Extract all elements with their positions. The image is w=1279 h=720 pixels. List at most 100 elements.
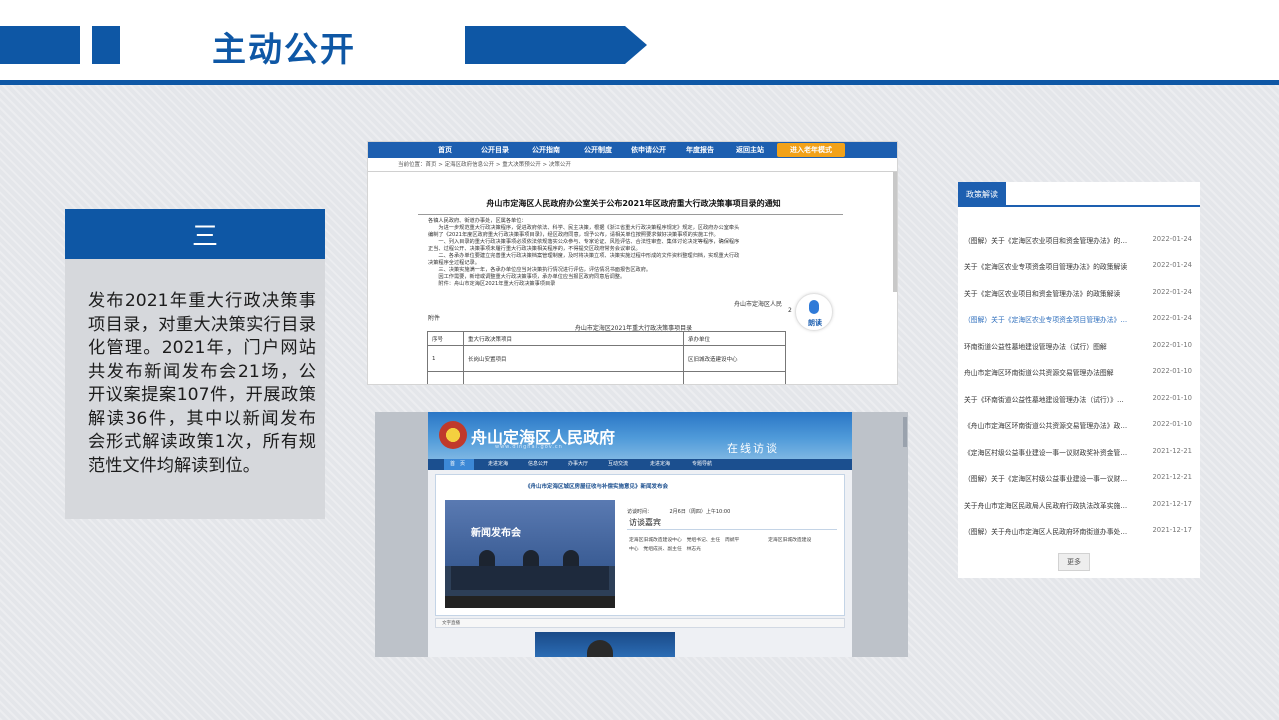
list-item-title: （图解）关于《定海区农业专项资金项目管理办法》的政策解读 [964, 316, 1129, 324]
notice-paragraph: 因工作需要，新增或调整重大行政决策事项，承办单位应当报区政府同意后调整。 [428, 274, 626, 280]
card-text: 发布2021年重大行政决策事项目录，对重大决策实行目录化管理。2021年，门户网… [88, 291, 316, 476]
table-cell: 长岗山安置项目 [463, 345, 684, 372]
card-number: 三 [191, 222, 218, 252]
notice-page-screenshot: 首页 公开目录 公开指南 公开制度 依申请公开 年度报告 返回主站 进入老年模式… [367, 141, 898, 385]
guests-divider [627, 529, 837, 530]
nav-request[interactable]: 依申请公开 [631, 142, 666, 158]
list-item-title: 关于《定海区农业项目和资金管理办法》的政策解读 [964, 290, 1121, 298]
table-row [427, 371, 786, 384]
list-item[interactable]: 关于《环南街道公益性墓地建设管理办法（试行）》政策解读 2022-01-10 [964, 394, 1196, 406]
list-item-date: 2022-01-10 [1152, 420, 1192, 428]
nav-catalog[interactable]: 公开目录 [481, 142, 509, 158]
list-item-title: （图解）关于《定海区村级公益事业建设一事一议财政奖补资金管理... [964, 475, 1129, 483]
list-item-date: 2021-12-21 [1152, 447, 1192, 455]
nav-item[interactable]: 走进定海 [650, 459, 670, 470]
video-player[interactable]: 新闻发布会 [445, 500, 615, 608]
notice-paragraph: 二、各承办单位要建立完善重大行政决策档案管理制度，及时将决策立项、决策实施过程中… [428, 253, 740, 259]
list-item-title: （图解）关于舟山市定海区人民政府环南街道办事处综合行政执法... [964, 528, 1129, 536]
list-item-date: 2021-12-17 [1152, 526, 1192, 534]
header-accent-block [0, 26, 80, 64]
nav-item[interactable]: 办事大厅 [568, 459, 588, 470]
press-conference-sign: 新闻发布会 [471, 528, 521, 539]
elder-mode-button[interactable]: 进入老年模式 [777, 143, 845, 157]
nav-main-site[interactable]: 返回主站 [736, 142, 764, 158]
list-item-date: 2022-01-10 [1152, 341, 1192, 349]
text-live-tab[interactable]: 文字直播 [435, 618, 845, 628]
nav-annual-report[interactable]: 年度报告 [686, 142, 714, 158]
slide-title: 主动公开 [212, 30, 356, 70]
list-item-title: （图解）关于《定海区农业项目和资金管理办法》的政策解读 [964, 237, 1129, 245]
nav-item[interactable]: 走进定海 [488, 459, 508, 470]
attachment-label: 附件 [428, 315, 441, 322]
interview-time: 访谈时间： 2月6日（周四）上午10:00 [627, 509, 731, 515]
notice-paragraph: 决策程序全过程记录。 [428, 260, 480, 266]
list-item[interactable]: （图解）关于《定海区农业项目和资金管理办法》的政策解读 2022-01-24 [964, 235, 1196, 247]
title-divider [418, 214, 843, 215]
list-item[interactable]: 关于《定海区农业项目和资金管理办法》的政策解读 2022-01-24 [964, 288, 1196, 300]
nav-item[interactable]: 专题导航 [692, 459, 712, 470]
table-header-cell: 序号 [427, 331, 464, 346]
signature-date: 2 [788, 307, 792, 314]
list-item-date: 2022-01-24 [1152, 288, 1192, 296]
table-cell [427, 371, 464, 384]
site-domain: www.dinghai.gov.cn [495, 444, 563, 450]
list-item-title: 关于《定海区农业专项资金项目管理办法》的政策解读 [964, 263, 1128, 271]
list-item[interactable]: 舟山市定海区环南街道公共资源交易管理办法图解 2022-01-10 [964, 367, 1196, 379]
header-divider [0, 80, 1279, 85]
notice-paragraph: 附件：舟山市定海区2021年重大行政决策事项目录 [428, 281, 556, 287]
table-header-cell: 承办单位 [683, 331, 786, 346]
nav-system[interactable]: 公开制度 [584, 142, 612, 158]
notice-paragraph: 各镇人民政府、街道办事处，区属各单位： [428, 218, 527, 224]
list-item[interactable]: （图解）关于舟山市定海区人民政府环南街道办事处综合行政执法... 2021-12… [964, 526, 1196, 538]
press-conference-screenshot: 舟山定海区人民政府 www.dinghai.gov.cn 在线访谈 首 页 走进… [375, 412, 908, 657]
list-item-title: 关于舟山市定海区民政局人民政府行政执法改革实施方案的政策... [964, 502, 1129, 510]
breadcrumb-divider [368, 171, 897, 172]
list-item[interactable]: （图解）关于《定海区农业专项资金项目管理办法》的政策解读 2022-01-24 [964, 314, 1196, 326]
list-item[interactable]: 关于《定海区农业专项资金项目管理办法》的政策解读 2022-01-24 [964, 261, 1196, 273]
nav-home[interactable]: 首页 [438, 142, 452, 158]
guest-info: 定海区旧城改造建设中心 党组书记、主任 周斌平 定海区旧城改造建设 [629, 538, 812, 543]
video-controls[interactable] [445, 596, 615, 608]
nav-item[interactable]: 信息公开 [528, 459, 548, 470]
list-item-date: 2022-01-24 [1152, 261, 1192, 269]
site-nav-bar: 首 页 走进定海 信息公开 办事大厅 互动交流 走进定海 专题导航 [428, 459, 852, 470]
microphone-icon [809, 300, 819, 314]
list-item-date: 2022-01-10 [1152, 367, 1192, 375]
table-cell: 1 [427, 345, 464, 372]
scrollbar[interactable] [893, 172, 897, 292]
list-item-date: 2022-01-10 [1152, 394, 1192, 402]
list-item-title: 环南街道公益性墓地建设管理办法（试行）图解 [964, 343, 1107, 351]
list-item[interactable]: 关于舟山市定海区民政局人民政府行政执法改革实施方案的政策... 2021-12-… [964, 500, 1196, 512]
nav-item[interactable]: 首 页 [450, 459, 465, 470]
table-header-row: 序号 重大行政决策项目 承办单位 [427, 331, 786, 346]
policy-interpretation-panel: 政策解读 （图解）关于《定海区农业项目和资金管理办法》的政策解读 2022-01… [958, 182, 1200, 578]
tab-policy-interpretation[interactable]: 政策解读 [958, 182, 1006, 207]
table-header-cell: 重大行政决策项目 [463, 331, 684, 346]
notice-paragraph: 一、列入目录的重大行政决策事项必须依法依规落实公众参与、专家论证、风险评估、合法… [428, 239, 740, 245]
list-item-date: 2022-01-24 [1152, 235, 1192, 243]
nav-guide[interactable]: 公开指南 [532, 142, 560, 158]
scrollbar[interactable] [903, 417, 907, 447]
more-button[interactable]: 更多 [1058, 553, 1090, 571]
list-item-title: 《舟山市定海区环南街道公共资源交易管理办法》政策解读 [964, 422, 1129, 430]
list-item-date: 2022-01-24 [1152, 314, 1192, 322]
nav-item[interactable]: 互动交流 [608, 459, 628, 470]
header-arrow-decoration [465, 26, 647, 64]
notice-nav-bar: 首页 公开目录 公开指南 公开制度 依申请公开 年度报告 返回主站 进入老年模式 [368, 142, 897, 158]
notice-paragraph: 编制了《2021年度区政府重大行政决策事项目录》，经区政府同意，现予公布，请相关… [428, 232, 719, 238]
table-cell [683, 371, 786, 384]
list-item[interactable]: 环南街道公益性墓地建设管理办法（试行）图解 2022-01-10 [964, 341, 1196, 353]
notice-title: 舟山市定海区人民政府办公室关于公布2021年区政府重大行政决策事项目录的通知 [486, 199, 781, 208]
signature-org: 舟山市定海区人民 [734, 301, 783, 308]
list-item-date: 2021-12-21 [1152, 473, 1192, 481]
list-item[interactable]: （图解）关于《定海区村级公益事业建设一事一议财政奖补资金管理... 2021-1… [964, 473, 1196, 485]
notice-paragraph: 正当、过程公开、决策事项未履行重大行政决策相关程序的，不得提交区政府常务会议审议… [428, 246, 641, 252]
header-accent-block-small [92, 26, 120, 64]
desk [451, 566, 609, 590]
list-item-title: 舟山市定海区环南街道公共资源交易管理办法图解 [964, 369, 1114, 377]
list-item[interactable]: 《舟山市定海区环南街道公共资源交易管理办法》政策解读 2022-01-10 [964, 420, 1196, 432]
list-item-date: 2021-12-17 [1152, 500, 1192, 508]
national-emblem-icon [439, 421, 467, 449]
guest-info: 中心 党组成员、副主任 林志光 [629, 547, 701, 552]
list-item[interactable]: 《定海区村级公益事业建设一事一议财政奖补资金管理办法补充... 2021-12-… [964, 447, 1196, 459]
